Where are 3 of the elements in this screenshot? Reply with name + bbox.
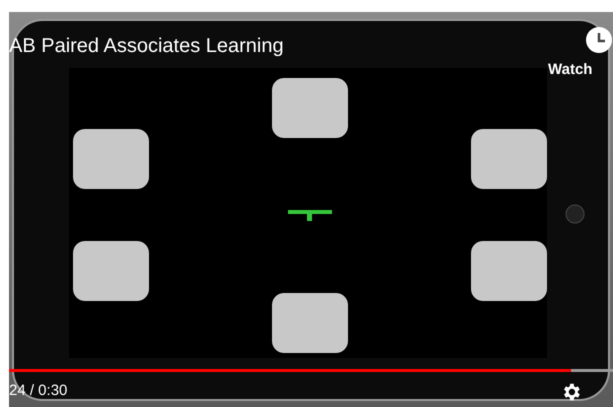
watch-later-label[interactable]: Watch: [548, 62, 592, 77]
time-display: 24 / 0:30: [9, 383, 68, 398]
clock-icon[interactable]: [585, 26, 613, 54]
